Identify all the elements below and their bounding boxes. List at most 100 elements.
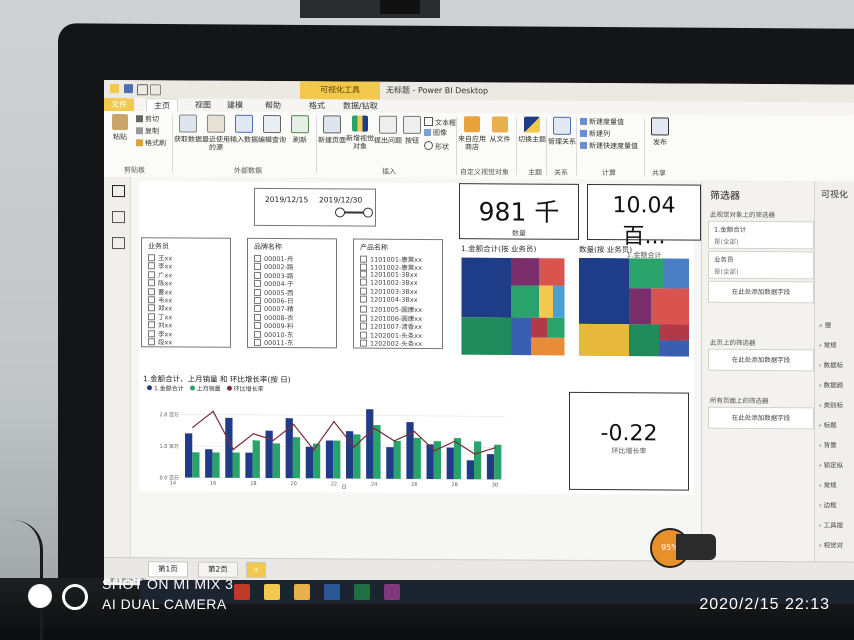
tab-help[interactable]: 帮助 bbox=[258, 99, 288, 112]
filter-card[interactable]: 1.金额合计 是(全部) bbox=[708, 220, 814, 250]
bar[interactable] bbox=[192, 452, 200, 478]
checkbox[interactable] bbox=[360, 339, 367, 347]
edit-queries-button[interactable]: 编辑查询 bbox=[258, 114, 286, 144]
new-visual-button[interactable]: 新增视觉对象 bbox=[346, 115, 374, 151]
date-end[interactable]: 2019/12/30 bbox=[319, 195, 362, 204]
bar[interactable] bbox=[406, 422, 414, 479]
slicer-item[interactable]: 1201003-3Bxx bbox=[360, 287, 418, 296]
date-start[interactable]: 2019/12/15 bbox=[265, 195, 308, 204]
line-point[interactable] bbox=[333, 420, 335, 423]
from-store-button[interactable]: 来自应用商店 bbox=[458, 116, 486, 151]
kpi-card-amount[interactable]: 10.04 百... 1.金额合计 bbox=[587, 183, 701, 259]
copy-button[interactable]: 复制 bbox=[136, 127, 159, 136]
image-button[interactable]: 图像 bbox=[424, 128, 447, 138]
date-slicer[interactable]: 2019/12/15 2019/12/30 bbox=[254, 187, 376, 227]
slicer-salesperson[interactable]: 业务员 王xx 李xx 广xx 陈xx 曹xx 韦xx 郑xx 丁xx 刘xx 李xx 段xx bbox=[141, 237, 231, 348]
new-measure-button[interactable]: 新建度量值 bbox=[580, 117, 624, 127]
bar[interactable] bbox=[225, 417, 233, 478]
save-icon[interactable] bbox=[124, 84, 133, 94]
line-point[interactable] bbox=[252, 432, 255, 435]
bar[interactable] bbox=[486, 454, 495, 480]
add-field-dropzone[interactable]: 在此处添加数据字段 bbox=[708, 280, 814, 304]
line-point[interactable] bbox=[232, 448, 235, 451]
enter-data-button[interactable]: 输入数据 bbox=[230, 114, 258, 144]
bar[interactable] bbox=[205, 449, 213, 478]
slicer-product[interactable]: 产品名称 1101001-康莱xx 1101002-康莱xx 1201001-3Bx… bbox=[353, 238, 443, 350]
filter-card[interactable]: 业务员 是(全部) bbox=[708, 250, 814, 280]
bar[interactable] bbox=[185, 433, 193, 478]
bar[interactable] bbox=[212, 452, 220, 478]
bar[interactable] bbox=[232, 452, 240, 478]
add-field-dropzone[interactable]: 在此处添加数据字段 bbox=[708, 348, 814, 372]
bar[interactable] bbox=[386, 447, 394, 479]
slicer-item[interactable]: 段xx bbox=[148, 336, 172, 346]
format-section[interactable]: › 数据标 bbox=[819, 359, 843, 369]
undo-icon[interactable] bbox=[137, 84, 148, 96]
checkbox[interactable] bbox=[360, 295, 367, 303]
line-point[interactable] bbox=[413, 430, 416, 433]
data-view-icon[interactable] bbox=[112, 211, 125, 224]
new-column-button[interactable]: 新建列 bbox=[580, 129, 610, 139]
text-box-button[interactable]: 文本框 bbox=[424, 116, 456, 128]
line-point[interactable] bbox=[353, 446, 355, 448]
line-point[interactable] bbox=[272, 439, 275, 441]
bar[interactable] bbox=[466, 460, 475, 480]
word-app-icon[interactable] bbox=[324, 584, 340, 600]
model-view-icon[interactable] bbox=[112, 237, 125, 250]
line-point[interactable] bbox=[292, 423, 295, 426]
line-point[interactable] bbox=[453, 440, 456, 443]
bar[interactable] bbox=[252, 440, 260, 478]
new-page-button[interactable]: 新建页面 bbox=[318, 115, 346, 144]
redo-icon[interactable] bbox=[150, 84, 161, 96]
format-section[interactable]: › 工具提 bbox=[819, 519, 843, 529]
slicer-item[interactable]: 1201004-3Bxx bbox=[360, 295, 418, 304]
bar[interactable] bbox=[292, 437, 301, 479]
line-point[interactable] bbox=[212, 410, 214, 413]
cut-button[interactable]: 剪切 bbox=[136, 115, 159, 124]
publish-button[interactable]: 发布 bbox=[646, 117, 674, 146]
checkbox[interactable] bbox=[360, 287, 367, 295]
tab-view[interactable]: 视图 bbox=[188, 99, 218, 112]
refresh-button[interactable]: 刷新 bbox=[286, 115, 314, 144]
add-page-button[interactable]: + bbox=[246, 561, 267, 578]
bar[interactable] bbox=[272, 443, 281, 479]
slicer-item[interactable]: 1201001-3Bxx bbox=[360, 270, 418, 279]
treemap-amount-by-salesperson[interactable] bbox=[461, 257, 565, 356]
slicer-brand[interactable]: 品牌名称 00001-舟 00002-路 00003-路 00004-于 00005-西… bbox=[247, 237, 337, 349]
format-section[interactable]: › 视觉对 bbox=[819, 539, 843, 549]
line-point[interactable] bbox=[192, 426, 194, 428]
bar[interactable] bbox=[413, 437, 421, 479]
line-point[interactable] bbox=[474, 453, 476, 455]
bar[interactable] bbox=[494, 444, 502, 480]
line-point[interactable] bbox=[433, 449, 436, 452]
kpi-card-growth[interactable]: -0.22 环比增长率 bbox=[569, 391, 689, 491]
slicer-item[interactable]: 1201002-3Bxx bbox=[360, 278, 418, 287]
format-painter-button[interactable]: 格式刷 bbox=[136, 139, 166, 148]
tab-modeling[interactable]: 建模 bbox=[220, 99, 250, 112]
onenote-app-icon[interactable] bbox=[384, 584, 400, 600]
from-file-button[interactable]: 从文件 bbox=[486, 116, 514, 143]
tab-data-drill[interactable]: 数据/钻取 bbox=[336, 99, 385, 112]
bar[interactable] bbox=[393, 440, 401, 479]
bar[interactable] bbox=[446, 447, 454, 480]
format-section[interactable]: › 类别标 bbox=[819, 399, 843, 409]
bar[interactable] bbox=[373, 425, 381, 479]
add-field-dropzone[interactable]: 在此处添加数据字段 bbox=[708, 406, 814, 430]
tab-file[interactable]: 文件 bbox=[104, 98, 134, 112]
treemap-quantity-by-salesperson[interactable] bbox=[579, 257, 689, 357]
paste-button[interactable]: 粘贴 bbox=[106, 114, 134, 141]
checkbox[interactable] bbox=[360, 270, 367, 278]
bar[interactable] bbox=[245, 452, 253, 478]
tab-format[interactable]: 格式 bbox=[302, 99, 332, 112]
format-section[interactable]: › 锁定纵 bbox=[819, 459, 843, 469]
report-view-icon[interactable] bbox=[112, 185, 125, 198]
format-section[interactable]: › 背景 bbox=[819, 439, 837, 449]
slider-handle-start[interactable] bbox=[335, 207, 345, 218]
excel-app-icon[interactable] bbox=[354, 584, 370, 600]
pdf-app-icon[interactable] bbox=[234, 584, 250, 600]
format-section[interactable]: › 常规 bbox=[819, 479, 837, 489]
format-section[interactable]: › 标题 bbox=[819, 419, 837, 429]
format-section[interactable]: › 数据颜 bbox=[819, 379, 843, 389]
combo-chart[interactable]: 2.0 百万1.0 百万0.0 百万14 16 18 20 22 24 26 28 30日 bbox=[143, 381, 513, 491]
checkbox[interactable] bbox=[148, 338, 155, 346]
